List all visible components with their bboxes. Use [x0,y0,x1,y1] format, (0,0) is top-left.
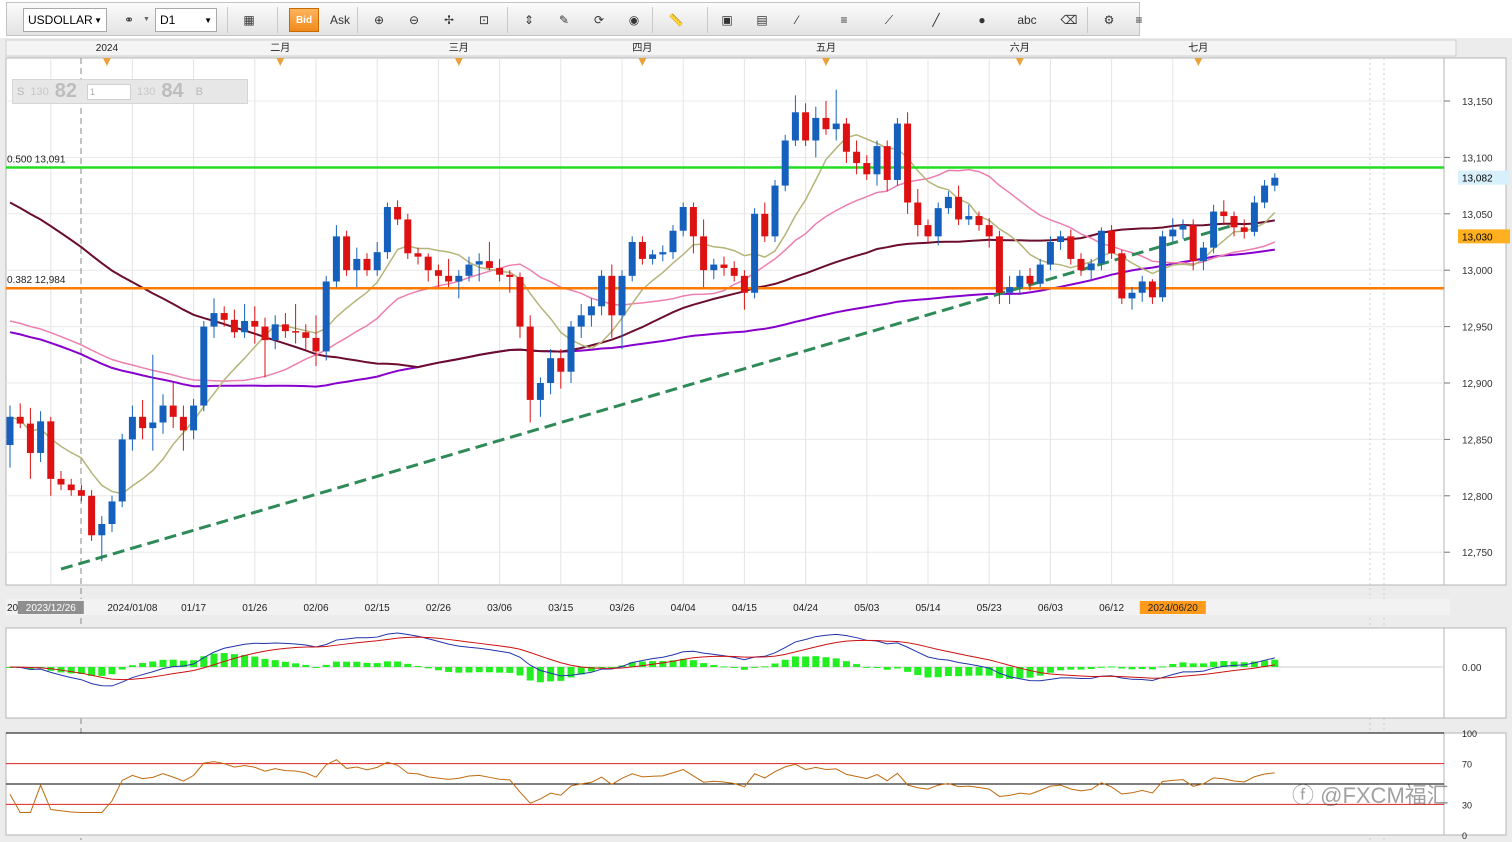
zoom-rect-icon[interactable]: ⊡ [472,8,496,32]
bid-button[interactable]: Bid [289,8,319,32]
toolbar-separator [707,7,708,33]
toolbar-separator [227,7,228,33]
pen-icon[interactable]: ╱ [924,8,948,32]
zoom-out-icon[interactable]: ⊖ [402,8,426,32]
buy-price[interactable]: 84 [161,80,183,103]
timeframe-select[interactable]: D1 ▼ [155,8,217,32]
chevron-down-icon[interactable]: ▼ [143,16,150,23]
toolbar-separator [1087,7,1088,33]
quick-trade-box: S 130 82 1 130 84 B [12,79,248,104]
fibonacci-icon[interactable]: ⟋ [877,8,901,32]
buy-prefix: 130 [136,85,156,98]
shape-icon[interactable]: ● [970,8,994,32]
sell-price[interactable]: 82 [55,80,77,103]
properties-icon[interactable]: ✎ [552,8,576,32]
timeframe-value: D1 [160,13,176,27]
chevron-down-icon: ▼ [204,15,212,25]
zoom-in-icon[interactable]: ⊕ [367,8,391,32]
chart-toolbar: USDOLLAR ▼ ⚭ ▼ D1 ▼ ▦ Bid Ask ⊕ ⊖ ✢ ⊡ ⇕ ✎ ⟳ ◉ 📏 ▣ ▤ ⁄ ≡ ⟋ ╱… [6,2,1143,36]
chevron-down-icon: ▼ [94,15,102,25]
fit-icon[interactable]: ⇕ [517,8,541,32]
more-icon[interactable]: ≡ [1127,8,1151,32]
sell-prefix: 130 [30,85,49,98]
crosshair-icon[interactable]: ✢ [437,8,461,32]
eraser-icon[interactable]: ⌫ [1057,8,1081,32]
image-icon[interactable]: ▣ [715,8,739,32]
toolbar-separator [357,7,358,33]
ruler-icon[interactable]: 📏 [664,8,688,32]
ask-button[interactable]: Ask [325,8,355,32]
symbol-value: USDOLLAR [28,13,93,27]
lines-icon[interactable]: ≡ [832,8,856,32]
lots-input[interactable]: 1 [86,83,131,100]
drawing-tools-icon[interactable]: ⁄ [785,8,809,32]
template-icon[interactable]: ▤ [750,8,774,32]
chart-area-background [0,38,1512,842]
refresh-icon[interactable]: ⟳ [587,8,611,32]
toolbar-separator [277,7,278,33]
hierarchy-icon[interactable]: ⚙ [1097,8,1121,32]
symbol-select[interactable]: USDOLLAR ▼ [23,8,107,32]
toolbar-separator [652,7,653,33]
link-icon[interactable]: ⚭ [117,8,141,32]
watermark-logo: ⓕ @FXCM福汇 [1292,783,1449,808]
buy-label[interactable]: B [196,86,203,98]
text-icon[interactable]: abc [1015,8,1039,32]
globe-icon[interactable]: ◉ [622,8,646,32]
toolbar-separator [507,7,508,33]
sell-label[interactable]: S [17,86,24,98]
chart-type-icon[interactable]: ▦ [237,8,261,32]
